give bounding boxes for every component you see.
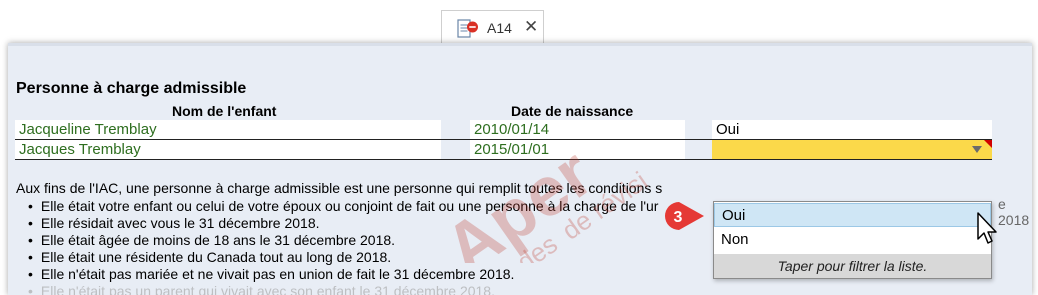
- step-badge: 3: [665, 202, 704, 230]
- tab-label: A14: [487, 20, 512, 36]
- dropdown-list: Oui Non Taper pour filtrer la liste.: [713, 201, 992, 279]
- birthdate-field[interactable]: 2015/01/01: [470, 140, 685, 159]
- document-form-icon: [457, 19, 478, 38]
- list-item: Elle résidait avec vous le 31 décembre 2…: [28, 215, 658, 232]
- list-item: Elle était âgée de moins de 18 ans le 31…: [28, 232, 658, 249]
- column-header-name: Nom de l'enfant: [172, 103, 277, 119]
- mouse-pointer-icon: [977, 212, 997, 244]
- form-sheet: Personne à charge admissible Nom de l'en…: [8, 43, 1032, 295]
- list-item: Elle n'était pas un parent qui vivait av…: [28, 283, 658, 295]
- child-name-field[interactable]: Jacques Tremblay: [15, 140, 441, 159]
- dropdown-arrow-icon[interactable]: [972, 146, 982, 153]
- column-header-birthdate: Date de naissance: [511, 103, 634, 119]
- step-badge-number: 3: [674, 209, 683, 226]
- overflow-text: e 2018: [998, 196, 1030, 228]
- eligibility-dropdown-field[interactable]: [712, 140, 992, 159]
- conditions-list: Elle était votre enfant ou celui de votr…: [28, 198, 659, 295]
- tab-a14[interactable]: A14 ✕: [441, 10, 544, 44]
- list-item: Elle était votre enfant ou celui de votr…: [28, 198, 659, 215]
- child-name-field[interactable]: Jacqueline Tremblay: [15, 120, 441, 139]
- explanation-paragraph: Aux fins de l'IAC, une personne à charge…: [16, 180, 663, 196]
- dropdown-option-non[interactable]: Non: [714, 228, 991, 252]
- list-item: Elle était une résidente du Canada tout …: [28, 249, 658, 266]
- dropdown-option-oui[interactable]: Oui: [714, 203, 991, 227]
- birthdate-field[interactable]: 2010/01/14: [470, 120, 685, 139]
- close-tab-icon[interactable]: ✕: [524, 17, 538, 37]
- row-divider: [15, 159, 992, 160]
- dropdown-filter-hint: Taper pour filtrer la liste.: [714, 254, 991, 278]
- list-item: Elle n'était pas mariée et ne vivait pas…: [28, 266, 658, 283]
- error-flag-icon: [984, 140, 992, 148]
- sheet-top-border: [8, 43, 1032, 46]
- section-title: Personne à charge admissible: [16, 80, 247, 97]
- eligibility-answer-field[interactable]: Oui: [712, 120, 992, 139]
- tab-bar: A14 ✕: [0, 0, 1038, 44]
